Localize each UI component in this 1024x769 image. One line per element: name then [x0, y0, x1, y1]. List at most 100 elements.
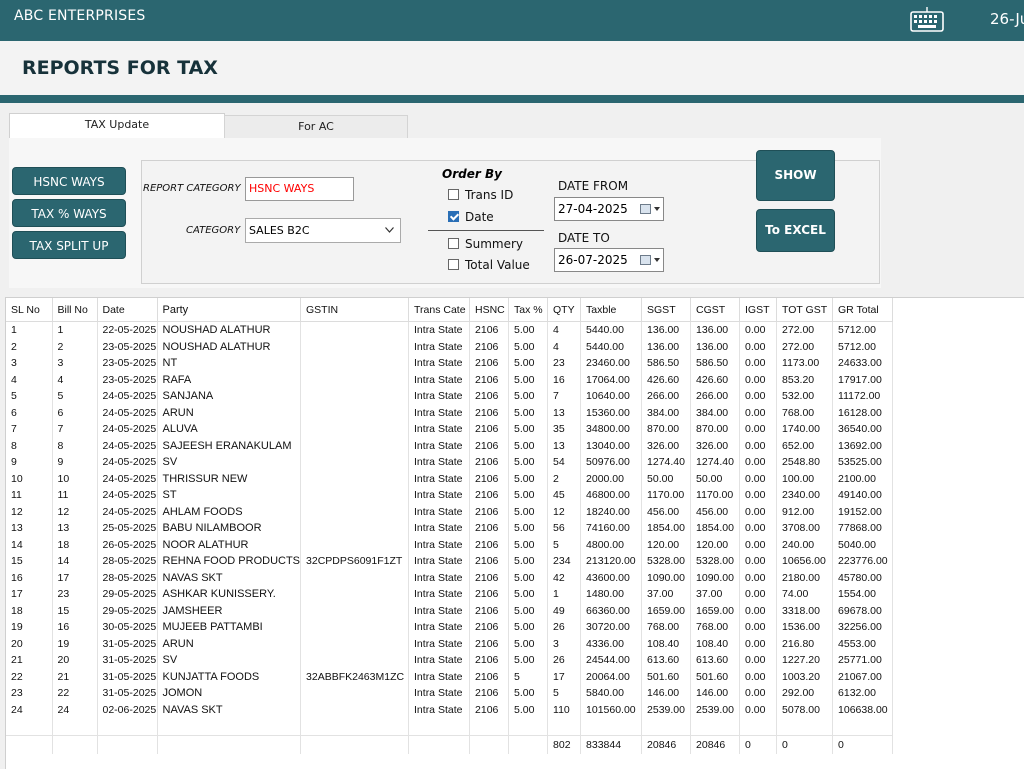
table-row[interactable]: 15 14 28-05-2025 REHNA FOOD PRODUCTS 32CPDPS… — [6, 553, 894, 570]
table-cell: MUJEEB PATTAMBI — [157, 619, 302, 636]
table-cell — [300, 652, 410, 669]
table-cell: 0.00 — [739, 421, 778, 438]
show-button[interactable]: SHOW — [756, 150, 835, 201]
order-date-checkbox[interactable]: Date — [448, 210, 494, 224]
date-from-picker[interactable]: 27-04-2025 — [554, 197, 664, 221]
table-cell — [300, 404, 410, 421]
table-row[interactable]: 24 24 02-06-2025 NAVAS SKT Intra State 2106 5.… — [6, 701, 894, 718]
table-cell: 10656.00 — [776, 553, 834, 570]
table-row[interactable]: 18 15 29-05-2025 JAMSHEER Intra State 2106 5.0… — [6, 602, 894, 619]
column-header[interactable]: GR Total — [832, 298, 894, 322]
table-row[interactable]: 17 23 29-05-2025 ASHKAR KUNISSERY. Intra Sta… — [6, 586, 894, 603]
table-cell: 23-05-2025 — [97, 338, 158, 355]
hsnc-ways-button[interactable]: HSNC WAYS — [12, 167, 126, 195]
table-row[interactable]: 8 8 24-05-2025 SAJEESH ERANAKULAM Intra Stat… — [6, 437, 894, 454]
table-cell: Intra State — [408, 437, 471, 454]
table-row[interactable]: 11 11 24-05-2025 ST Intra State 2106 5.00 45 468… — [6, 487, 894, 504]
table-cell: 34800.00 — [580, 421, 643, 438]
column-header[interactable]: TOT GST — [776, 298, 834, 322]
table-row[interactable]: 9 9 24-05-2025 SV Intra State 2106 5.00 54 50976… — [6, 454, 894, 471]
report-grid[interactable]: SL No Bill No Date Party GSTIN Trans Cate HSNC… — [5, 297, 1024, 769]
tab-tax-update[interactable]: TAX Update — [9, 113, 225, 140]
summery-checkbox[interactable]: Summery — [448, 237, 523, 251]
table-cell: 216.80 — [776, 635, 834, 652]
table-cell: 0.00 — [739, 635, 778, 652]
table-cell: 2539.00 — [641, 701, 692, 718]
column-header[interactable]: SL No — [6, 298, 53, 322]
table-cell: 2106 — [469, 338, 510, 355]
table-cell: 5.00 — [508, 586, 549, 603]
column-header[interactable]: HSNC — [469, 298, 510, 322]
table-row[interactable]: 14 18 26-05-2025 NOOR ALATHUR Intra State 210… — [6, 536, 894, 553]
keyboard-icon[interactable] — [910, 6, 944, 32]
table-cell: 2106 — [469, 635, 510, 652]
table-cell: 0.00 — [739, 388, 778, 405]
table-cell — [300, 338, 410, 355]
tax-split-up-button[interactable]: TAX SPLIT UP — [12, 231, 126, 259]
table-row[interactable]: 10 10 24-05-2025 THRISSUR NEW Intra State 210… — [6, 470, 894, 487]
table-cell: 870.00 — [690, 421, 741, 438]
table-row[interactable]: 4 4 23-05-2025 RAFA Intra State 2106 5.00 16 170… — [6, 371, 894, 388]
table-row[interactable]: 12 12 24-05-2025 AHLAM FOODS Intra State 2106… — [6, 503, 894, 520]
table-row[interactable]: 22 21 31-05-2025 KUNJATTA FOODS 32ABBFK2463M… — [6, 668, 894, 685]
table-row[interactable]: 19 16 30-05-2025 MUJEEB PATTAMBI Intra State… — [6, 619, 894, 636]
category-select[interactable]: SALES B2C — [245, 218, 401, 243]
table-cell — [300, 355, 410, 372]
column-header[interactable]: SGST — [641, 298, 692, 322]
table-row[interactable]: 2 2 23-05-2025 NOUSHAD ALATHUR Intra State 21… — [6, 338, 894, 355]
table-cell: 2106 — [469, 470, 510, 487]
table-cell: 50976.00 — [580, 454, 643, 471]
table-cell: 24-05-2025 — [97, 503, 158, 520]
table-cell: ASHKAR KUNISSERY. — [157, 586, 302, 603]
table-row[interactable]: 1 1 22-05-2025 NOUSHAD ALATHUR Intra State 21… — [6, 321, 894, 339]
table-cell: 2106 — [469, 388, 510, 405]
table-cell: 4 — [6, 371, 53, 388]
table-cell: 1090.00 — [690, 569, 741, 586]
order-trans-id-checkbox[interactable]: Trans ID — [448, 188, 513, 202]
table-cell: 13 — [547, 404, 582, 421]
table-row[interactable]: 23 22 31-05-2025 JOMON Intra State 2106 5.00 5 5… — [6, 685, 894, 702]
table-row[interactable]: 21 20 31-05-2025 SV Intra State 2106 5.00 26 245… — [6, 652, 894, 669]
table-cell: 10 — [6, 470, 53, 487]
column-header[interactable]: Trans Cate — [408, 298, 471, 322]
table-row[interactable]: 16 17 28-05-2025 NAVAS SKT Intra State 2106 5.… — [6, 569, 894, 586]
table-row[interactable]: 6 6 24-05-2025 ARUN Intra State 2106 5.00 13 153… — [6, 404, 894, 421]
column-header[interactable]: Party — [157, 298, 302, 322]
column-header[interactable]: Date — [97, 298, 158, 322]
date-to-label: DATE TO — [558, 231, 610, 245]
date-to-picker[interactable]: 26-07-2025 — [554, 248, 664, 272]
total-value-checkbox[interactable]: Total Value — [448, 258, 530, 272]
table-cell: 5.00 — [508, 321, 549, 339]
column-header[interactable]: CGST — [690, 298, 741, 322]
tax-percent-ways-button[interactable]: TAX % WAYS — [12, 199, 126, 227]
column-header[interactable]: Taxble — [580, 298, 643, 322]
table-cell: 4 — [547, 338, 582, 355]
table-cell: 49 — [547, 602, 582, 619]
table-row[interactable]: 13 13 25-05-2025 BABU NILAMBOOR Intra State 2… — [6, 520, 894, 537]
table-row[interactable]: 7 7 24-05-2025 ALUVA Intra State 2106 5.00 35 34… — [6, 421, 894, 438]
table-cell: NAVAS SKT — [157, 569, 302, 586]
table-cell: 21 — [52, 668, 98, 685]
report-category-field[interactable]: HSNC WAYS — [245, 177, 354, 201]
column-header[interactable]: IGST — [739, 298, 778, 322]
table-cell: 2106 — [469, 321, 510, 339]
total-cell: 20846 — [641, 734, 692, 754]
table-cell: 5.00 — [508, 536, 549, 553]
column-header[interactable]: Tax % — [508, 298, 549, 322]
table-cell: 0.00 — [739, 652, 778, 669]
column-header[interactable]: Bill No — [52, 298, 98, 322]
table-row[interactable]: 3 3 23-05-2025 NT Intra State 2106 5.00 23 23460… — [6, 355, 894, 372]
table-cell: 2106 — [469, 701, 510, 718]
table-cell: 19152.00 — [832, 503, 894, 520]
table-cell: SV — [157, 652, 302, 669]
table-cell: NT — [157, 355, 302, 372]
tab-for-ac[interactable]: For AC — [224, 115, 408, 140]
column-header[interactable]: GSTIN — [300, 298, 410, 322]
table-cell: Intra State — [408, 701, 471, 718]
to-excel-button[interactable]: To EXCEL — [756, 209, 835, 252]
table-row[interactable]: 20 19 31-05-2025 ARUN Intra State 2106 5.00 3 43… — [6, 635, 894, 652]
table-row[interactable]: 5 5 24-05-2025 SANJANA Intra State 2106 5.00 7 1… — [6, 388, 894, 405]
table-cell: BABU NILAMBOOR — [157, 520, 302, 537]
column-header[interactable]: QTY — [547, 298, 582, 322]
table-cell: 5.00 — [508, 404, 549, 421]
